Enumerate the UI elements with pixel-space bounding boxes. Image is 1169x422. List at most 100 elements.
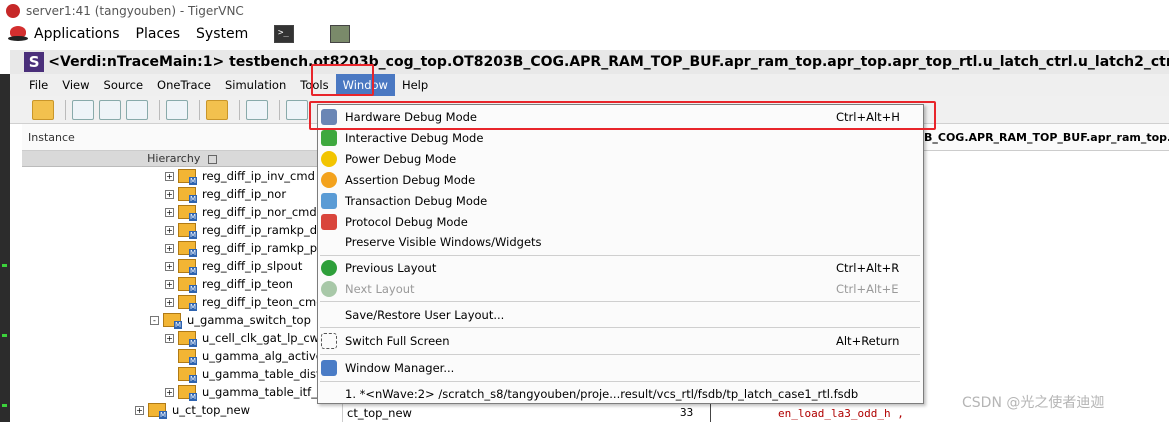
terminal-launcher-icon[interactable] [274,25,294,43]
expand-icon[interactable]: + [165,207,174,217]
window-dropdown-menu: Hardware Debug Mode Ctrl+Alt+H Interacti… [317,104,924,404]
expand-icon[interactable]: + [165,333,174,343]
menu-item-preserve-visible-windows[interactable]: Preserve Visible Windows/Widgets [318,232,923,252]
toolbar-separator [279,99,280,120]
source-line-number: 33 [680,406,694,419]
toolbar-separator [159,99,160,120]
power-debug-icon [321,151,337,167]
highlight-box-window-menu [311,64,374,96]
border-marker [2,404,7,407]
toolbar-separator [199,99,200,120]
toolbar-separator [239,99,240,120]
tigervnc-logo-icon [6,4,20,18]
leaf-spacer [165,352,174,361]
document-dropdown-icon[interactable] [286,99,308,120]
column-menu-icon[interactable] [207,154,217,164]
menu-item-save-restore-layout[interactable]: Save/Restore User Layout... [318,305,923,325]
menu-item-power-debug-mode[interactable]: Power Debug Mode [318,149,923,169]
menu-simulation[interactable]: Simulation [218,74,293,96]
tree-row[interactable]: - u_gamma_switch_top [22,311,342,329]
expand-icon[interactable]: + [165,243,174,253]
menu-item-assertion-debug-mode[interactable]: Assertion Debug Mode [318,170,923,190]
schematic-icon[interactable] [99,99,121,120]
source-folder-icon[interactable] [206,99,228,120]
tree-row-label: reg_diff_ip_nor [202,187,287,201]
tree-row[interactable]: + reg_diff_ip_teon_cmd [22,293,342,311]
module-folder-icon [178,367,197,383]
menu-separator [320,381,920,382]
tree-row[interactable]: u_gamma_alg_active [22,347,342,365]
menu-item-previous-layout[interactable]: Previous Layout Ctrl+Alt+R [318,258,923,278]
instance-header: Instance [22,124,342,151]
tree-row[interactable]: + reg_diff_ip_slpout [22,257,342,275]
menu-separator [320,255,920,256]
menu-onetrace[interactable]: OneTrace [150,74,218,96]
menu-item-interactive-debug-mode[interactable]: Interactive Debug Mode [318,128,923,148]
tree-row[interactable]: + reg_diff_ip_nor_cmd [22,203,342,221]
tree-row[interactable]: + reg_diff_ip_ramkp_po [22,239,342,257]
calculator-launcher-icon[interactable] [330,25,350,43]
expand-icon[interactable]: + [135,405,144,415]
tree-row[interactable]: u_gamma_table_distr [22,365,342,383]
expand-icon[interactable]: + [165,297,174,307]
new-window-icon[interactable] [166,99,188,120]
menu-help[interactable]: Help [395,74,435,96]
expand-icon[interactable]: + [165,279,174,289]
previous-layout-icon [321,260,337,276]
leaf-spacer [165,370,174,379]
hierarchy-column-header[interactable]: Hierarchy [22,151,342,167]
transaction-debug-icon [321,193,337,209]
expand-icon[interactable]: + [165,225,174,235]
hierarchy-tree-icon[interactable] [126,99,148,120]
open-folder-icon[interactable] [32,99,54,120]
source-gutter-divider [710,404,711,422]
menu-item-nwave-window[interactable]: 1. *<nWave:2> /scratch_s8/tangyouben/pro… [318,384,923,404]
module-folder-icon [163,313,182,329]
menu-separator [320,354,920,355]
window-title-text: <Verdi:nTraceMain:1> testbench.ot8203b_c… [48,54,1169,70]
vnc-title-text: server1:41 (tangyouben) - TigerVNC [26,4,244,18]
verdi-logo-icon: S [24,52,45,72]
tree-row[interactable]: + reg_diff_ip_ramkp_db [22,221,342,239]
module-folder-icon [178,187,197,203]
tree-row[interactable]: + u_cell_clk_gat_lp_cwb [22,329,342,347]
expand-icon[interactable]: + [165,189,174,199]
places-menu[interactable]: Places [136,26,181,42]
module-folder-icon [178,223,197,239]
system-menu[interactable]: System [196,26,248,42]
tree-row-label: reg_diff_ip_teon [202,277,293,291]
menu-file[interactable]: File [22,74,55,96]
tree-row[interactable]: + u_ct_top_new [22,401,342,419]
toolbar-separator [65,99,66,120]
menu-source[interactable]: Source [97,74,151,96]
window-left-border [0,74,10,422]
menu-item-switch-full-screen[interactable]: Switch Full Screen Alt+Return [318,331,923,351]
menu-item-protocol-debug-mode[interactable]: Protocol Debug Mode [318,212,923,232]
tree-row-label: reg_diff_ip_ramkp_po [202,241,325,255]
menu-item-transaction-debug-mode[interactable]: Transaction Debug Mode [318,191,923,211]
tree-row-label: reg_diff_ip_slpout [202,259,303,273]
tree-row[interactable]: + u_gamma_table_itf_b [22,383,342,401]
edit-pencil-icon[interactable] [246,99,268,120]
menu-view[interactable]: View [55,74,96,96]
tree-row[interactable]: + reg_diff_ip_teon [22,275,342,293]
empty-icon-slot [321,234,337,250]
menu-item-window-manager[interactable]: Window Manager... [318,358,923,378]
expand-icon[interactable]: + [165,387,174,397]
tree-row[interactable]: + reg_diff_ip_nor [22,185,342,203]
expand-icon[interactable]: + [165,261,174,271]
source-pane-header: B_COG.APR_RAM_TOP_BUF.apr_ram_top. [922,124,1169,151]
applications-menu[interactable]: Applications [34,26,120,42]
tree-row-label: u_gamma_alg_active [202,349,323,363]
collapse-icon[interactable]: - [150,315,159,325]
expand-icon[interactable]: + [165,171,174,181]
module-folder-icon [178,241,197,257]
border-marker [2,334,7,337]
tree-row[interactable]: + reg_diff_ip_inv_cmd [22,167,342,185]
empty-icon-slot [321,307,337,323]
source-code-line[interactable]: en_load_la3_odd_h , [778,407,904,420]
waveform-icon[interactable] [72,99,94,120]
tree-row-label: u_gamma_table_itf_b [202,385,325,399]
menu-item-next-layout[interactable]: Next Layout Ctrl+Alt+E [318,279,923,299]
module-folder-icon [178,295,197,311]
